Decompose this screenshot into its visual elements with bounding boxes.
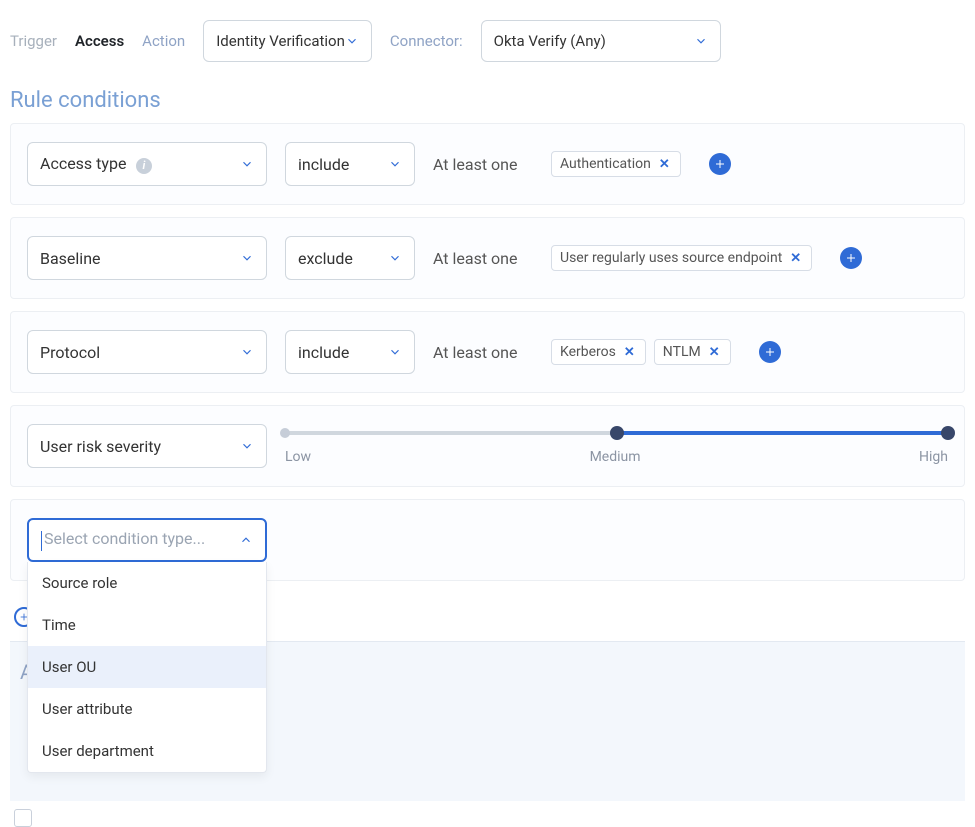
plus-icon — [845, 252, 857, 264]
chevron-down-icon — [694, 34, 708, 48]
operator-label: exclude — [298, 249, 353, 268]
chip-label: NTLM — [663, 344, 701, 360]
chevron-down-icon — [345, 34, 359, 48]
chevron-down-icon — [240, 439, 254, 453]
atleast-label: At least one — [433, 343, 533, 362]
atleast-label: At least one — [433, 249, 533, 268]
chip-label: Authentication — [560, 156, 651, 172]
field-select[interactable]: User risk severity — [27, 424, 267, 468]
action-label: Action — [142, 32, 185, 50]
field-label: Access type — [40, 154, 126, 173]
chip[interactable]: NTLM ✕ — [654, 339, 731, 365]
plus-icon — [714, 158, 726, 170]
chevron-down-icon — [388, 251, 402, 265]
new-condition-row: Select condition type... Source role Tim… — [10, 499, 965, 581]
chevron-down-icon — [388, 345, 402, 359]
chips-container: User regularly uses source endpoint ✕ — [551, 245, 812, 271]
close-icon[interactable]: ✕ — [657, 157, 672, 172]
operator-select[interactable]: include — [285, 142, 415, 186]
chevron-up-icon — [239, 533, 253, 547]
slider-handle-high[interactable] — [941, 426, 955, 440]
condition-type-dropdown: Source role Time User OU User attribute … — [27, 562, 267, 773]
operator-select[interactable]: include — [285, 330, 415, 374]
connector-select[interactable]: Okta Verify (Any) — [481, 20, 721, 62]
dropdown-option[interactable]: Time — [28, 604, 266, 646]
condition-row: Protocol include At least one Kerberos ✕… — [10, 311, 965, 393]
condition-type-select[interactable]: Select condition type... — [27, 518, 267, 562]
dropdown-option[interactable]: User OU — [28, 646, 266, 688]
dropdown-option[interactable]: Source role — [28, 562, 266, 604]
field-select[interactable]: Protocol — [27, 330, 267, 374]
field-select[interactable]: Baseline — [27, 236, 267, 280]
plus-icon — [764, 346, 776, 358]
checkbox[interactable] — [14, 809, 32, 827]
connector-value: Okta Verify (Any) — [494, 32, 606, 50]
field-label: User risk severity — [40, 437, 161, 456]
close-icon[interactable]: ✕ — [707, 345, 722, 360]
trigger-label: Trigger — [10, 32, 57, 50]
chevron-down-icon — [240, 157, 254, 171]
field-label: Protocol — [40, 343, 100, 362]
slider-handle-low[interactable] — [280, 428, 290, 438]
chevron-down-icon — [240, 345, 254, 359]
slider-label-medium: Medium — [590, 449, 641, 465]
atleast-label: At least one — [433, 155, 533, 174]
info-icon[interactable]: i — [136, 158, 152, 174]
chips-container: Authentication ✕ — [551, 151, 681, 177]
field-select[interactable]: Access type i — [27, 142, 267, 186]
severity-row: User risk severity Low Medium High — [10, 405, 965, 487]
chip[interactable]: Authentication ✕ — [551, 151, 681, 177]
operator-select[interactable]: exclude — [285, 236, 415, 280]
chevron-down-icon — [240, 251, 254, 265]
add-button[interactable] — [759, 341, 781, 363]
slider-label-high: High — [919, 449, 948, 465]
chip-label: Kerberos — [560, 344, 616, 360]
close-icon[interactable]: ✕ — [788, 251, 803, 266]
add-button[interactable] — [709, 153, 731, 175]
trigger-value[interactable]: Access — [75, 32, 124, 50]
chip-label: User regularly uses source endpoint — [560, 250, 782, 266]
chevron-down-icon — [388, 157, 402, 171]
connector-label: Connector: — [390, 32, 463, 50]
action-select[interactable]: Identity Verification — [203, 20, 372, 62]
slider-label-low: Low — [285, 449, 311, 465]
condition-row: Access type i include At least one Authe… — [10, 123, 965, 205]
severity-slider[interactable]: Low Medium High — [285, 427, 948, 465]
top-bar: Trigger Access Action Identity Verificat… — [10, 10, 965, 80]
chip[interactable]: User regularly uses source endpoint ✕ — [551, 245, 812, 271]
dropdown-option[interactable]: User attribute — [28, 688, 266, 730]
field-label: Baseline — [40, 249, 101, 268]
dropdown-option[interactable]: User department — [28, 730, 266, 772]
action-value: Identity Verification — [216, 32, 345, 50]
operator-label: include — [298, 343, 349, 362]
placeholder-text: Select condition type... — [44, 529, 205, 548]
chips-container: Kerberos ✕ NTLM ✕ — [551, 339, 731, 365]
operator-label: include — [298, 155, 349, 174]
close-icon[interactable]: ✕ — [622, 345, 637, 360]
add-button[interactable] — [840, 247, 862, 269]
condition-row: Baseline exclude At least one User regul… — [10, 217, 965, 299]
chip[interactable]: Kerberos ✕ — [551, 339, 646, 365]
slider-handle-medium[interactable] — [610, 426, 624, 440]
rule-conditions-title: Rule conditions — [10, 88, 965, 113]
